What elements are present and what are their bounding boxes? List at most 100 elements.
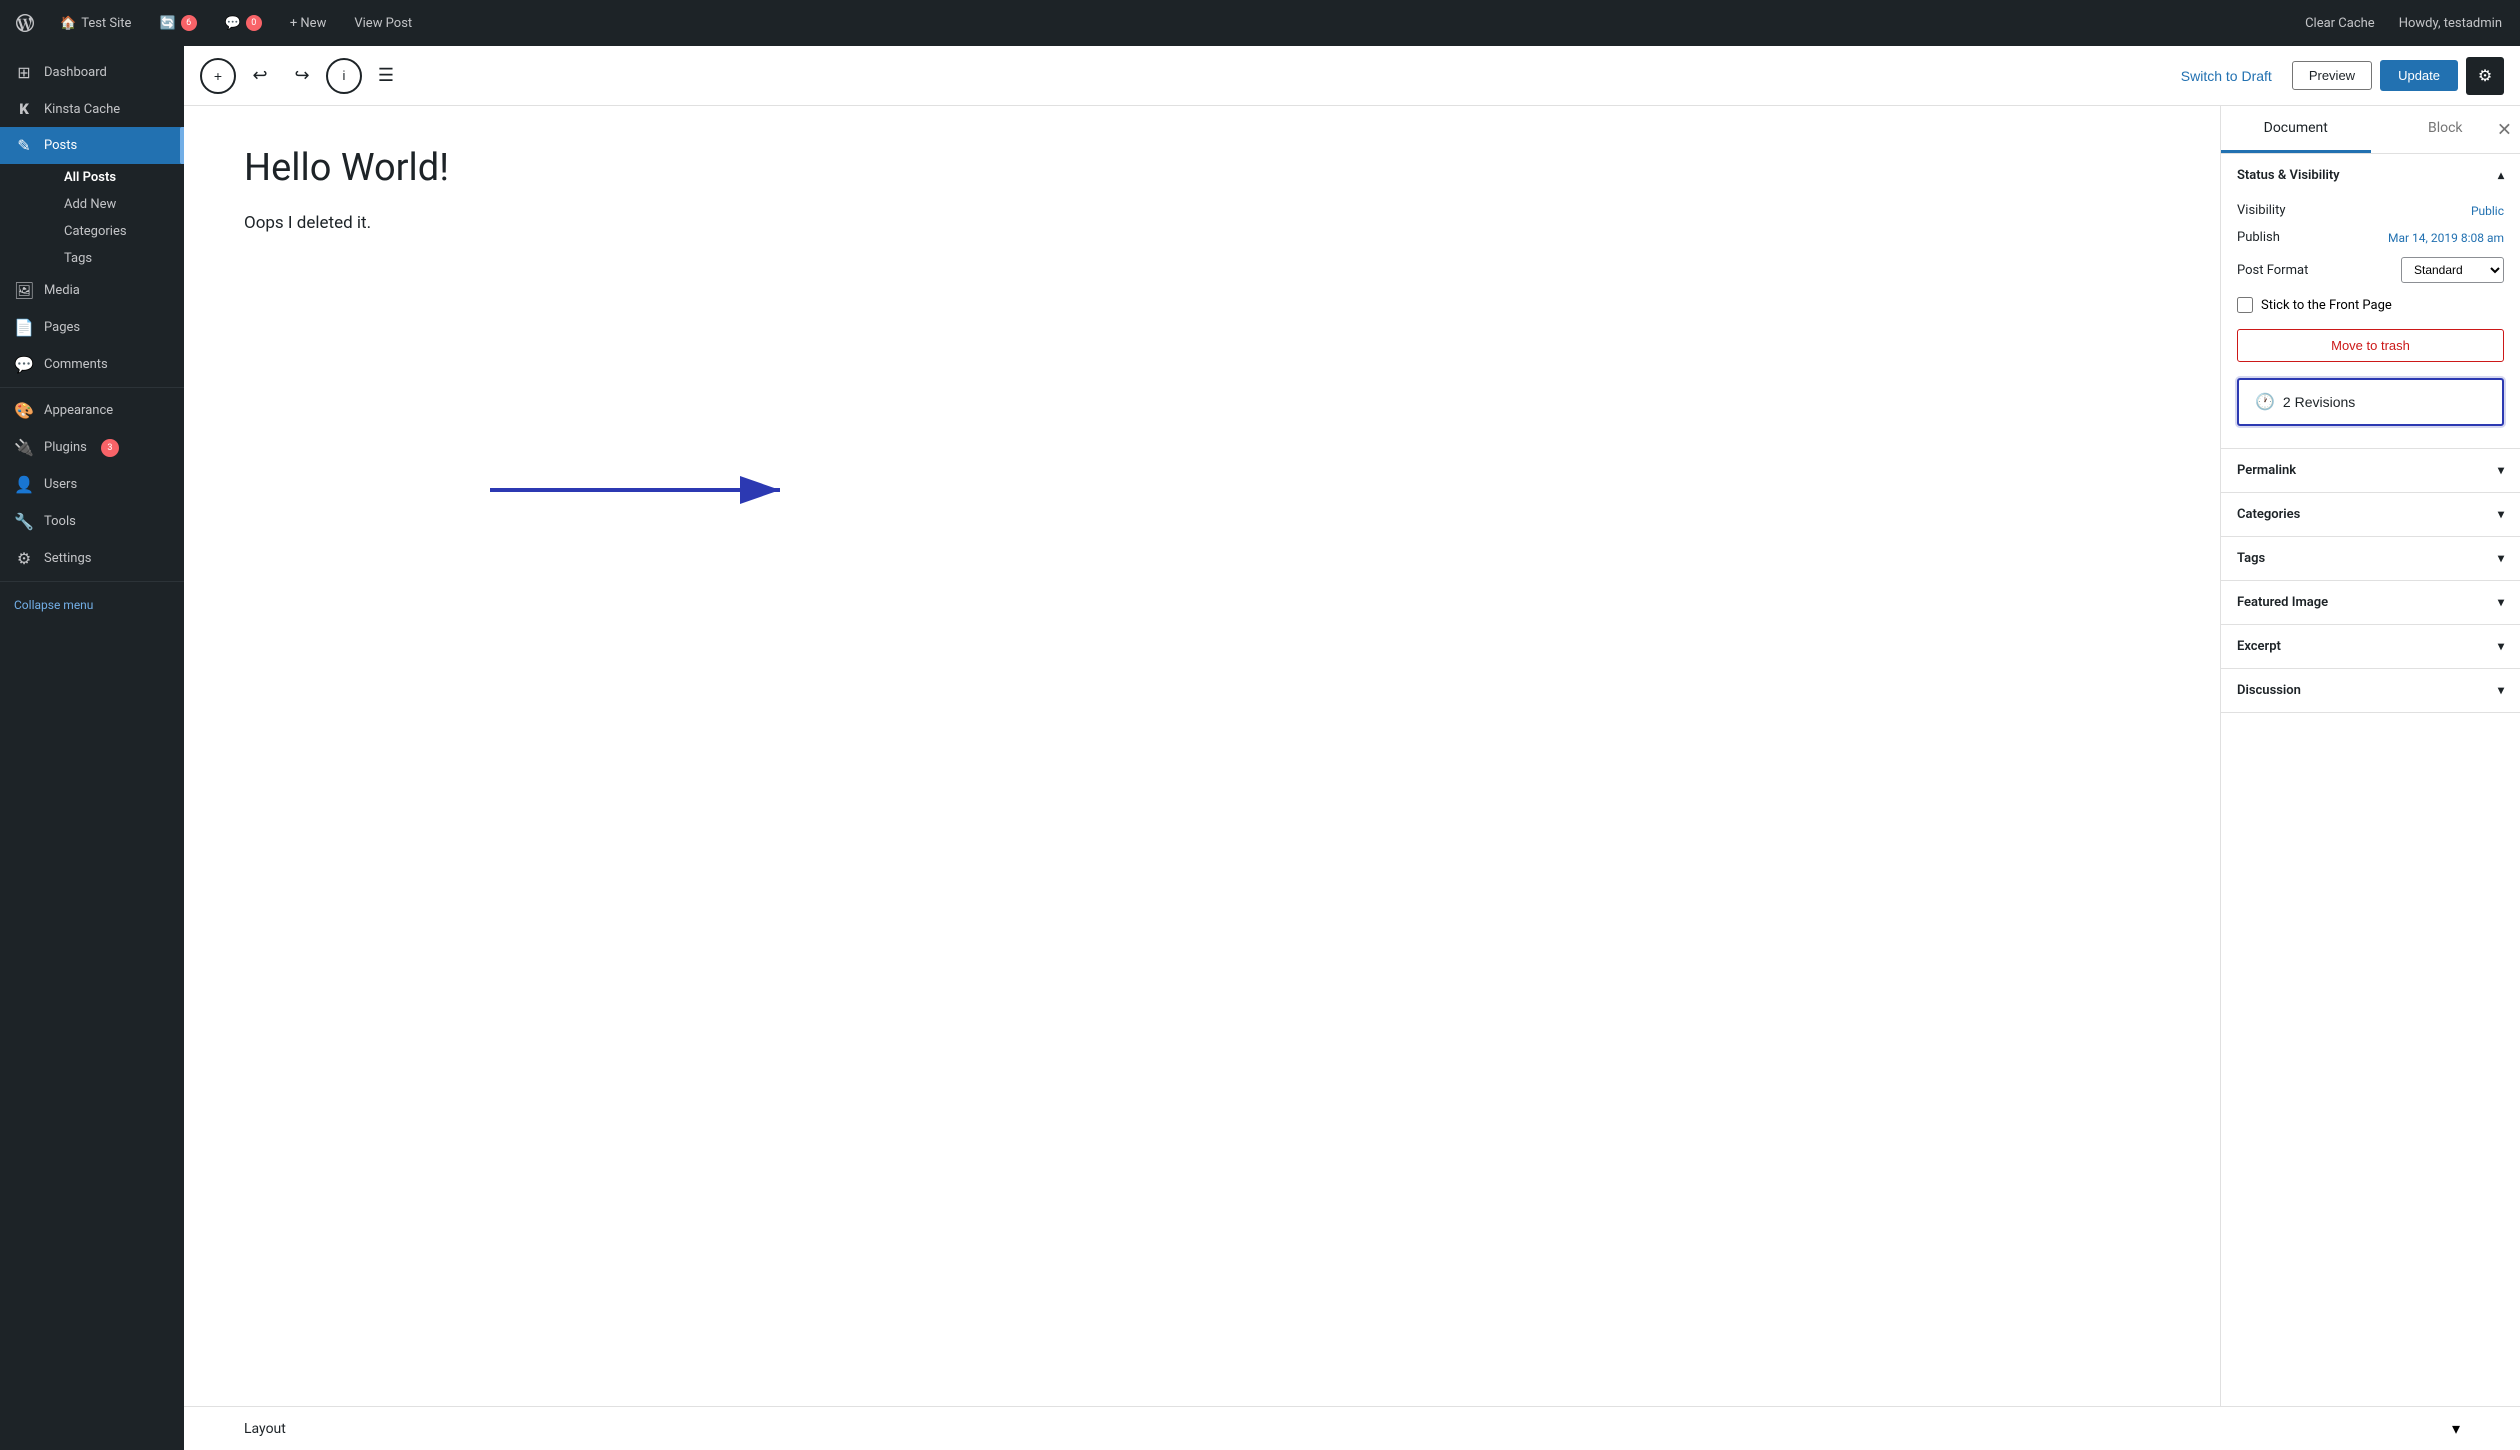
admin-bar-site[interactable]: 🏠 Test Site bbox=[54, 12, 137, 35]
tools-icon: 🔧 bbox=[14, 512, 34, 531]
collapse-menu[interactable]: Collapse menu bbox=[0, 586, 184, 624]
sidebar-item-dashboard[interactable]: ⊞ Dashboard bbox=[0, 54, 184, 91]
admin-bar-view-post[interactable]: View Post bbox=[348, 12, 418, 35]
wp-logo[interactable] bbox=[12, 10, 38, 36]
admin-bar-new[interactable]: + New bbox=[284, 12, 333, 35]
excerpt-chevron-icon bbox=[2498, 639, 2504, 654]
section-excerpt-header[interactable]: Excerpt bbox=[2221, 625, 2520, 668]
dashboard-icon: ⊞ bbox=[14, 63, 34, 82]
main-layout: ⊞ Dashboard K Kinsta Cache ✎ Posts All P… bbox=[0, 0, 2520, 1450]
editor-toolbar: + ↩ ↪ i ☰ Switch to Draft Preview Update… bbox=[184, 46, 2520, 106]
kinsta-icon: K bbox=[14, 100, 34, 118]
plugins-badge: 3 bbox=[101, 439, 119, 457]
clock-icon: 🕐 bbox=[2255, 392, 2275, 412]
sidebar-item-settings[interactable]: ⚙ Settings bbox=[0, 540, 184, 577]
site-name: Test Site bbox=[81, 16, 131, 31]
sidebar-item-media[interactable]: 🖼 Media bbox=[0, 272, 184, 309]
sidebar-subitem-all-posts[interactable]: All Posts bbox=[32, 164, 184, 191]
sidebar-subitem-categories[interactable]: Categories bbox=[32, 218, 184, 245]
section-status-visibility-header[interactable]: Status & Visibility bbox=[2221, 154, 2520, 197]
section-tags: Tags bbox=[2221, 537, 2520, 581]
section-status-visibility: Status & Visibility Visibility Public Pu… bbox=[2221, 154, 2520, 449]
sidebar-item-plugins[interactable]: 🔌 Plugins 3 bbox=[0, 429, 184, 466]
redo-button[interactable]: ↪ bbox=[284, 58, 320, 94]
media-icon: 🖼 bbox=[14, 281, 34, 300]
section-permalink-header[interactable]: Permalink bbox=[2221, 449, 2520, 492]
sidebar-item-comments[interactable]: 💬 Comments bbox=[0, 346, 184, 383]
plugins-icon: 🔌 bbox=[14, 438, 34, 457]
featured-image-chevron-icon bbox=[2498, 595, 2504, 610]
settings-toggle-button[interactable]: ⚙ bbox=[2466, 57, 2504, 95]
content-area: Hello World! Oops I deleted it. Document… bbox=[184, 106, 2520, 1406]
sidebar-item-appearance[interactable]: 🎨 Appearance bbox=[0, 392, 184, 429]
posts-icon: ✎ bbox=[14, 136, 34, 155]
post-footer: Layout ▾ bbox=[184, 1406, 2520, 1450]
users-icon: 👤 bbox=[14, 475, 34, 494]
update-button[interactable]: Update bbox=[2380, 60, 2458, 91]
visibility-row: Visibility Public bbox=[2237, 197, 2504, 224]
stick-front-checkbox[interactable] bbox=[2237, 297, 2253, 313]
undo-button[interactable]: ↩ bbox=[242, 58, 278, 94]
visibility-value[interactable]: Public bbox=[2471, 204, 2504, 218]
sidebar-divider-2 bbox=[0, 581, 184, 582]
switch-to-draft-button[interactable]: Switch to Draft bbox=[2169, 62, 2284, 90]
sidebar-item-posts[interactable]: ✎ Posts bbox=[0, 127, 184, 164]
toolbar-left: + ↩ ↪ i ☰ bbox=[200, 58, 2161, 94]
post-format-select[interactable]: Standard Aside Gallery Link Image bbox=[2401, 257, 2504, 283]
sidebar-item-users[interactable]: 👤 Users bbox=[0, 466, 184, 503]
section-discussion-header[interactable]: Discussion bbox=[2221, 669, 2520, 712]
post-editor[interactable]: Hello World! Oops I deleted it. bbox=[184, 106, 2220, 1406]
categories-chevron-icon bbox=[2498, 507, 2504, 522]
preview-button[interactable]: Preview bbox=[2292, 61, 2372, 90]
clear-cache-button[interactable]: Clear Cache bbox=[2299, 12, 2381, 35]
toolbar-right: Switch to Draft Preview Update ⚙ bbox=[2169, 57, 2504, 95]
pages-icon: 📄 bbox=[14, 318, 34, 337]
add-block-button[interactable]: + bbox=[200, 58, 236, 94]
post-content[interactable]: Oops I deleted it. bbox=[244, 210, 2160, 237]
publish-row: Publish Mar 14, 2019 8:08 am bbox=[2237, 224, 2504, 251]
chevron-up-icon bbox=[2498, 168, 2504, 183]
admin-bar-updates[interactable]: 🔄 6 bbox=[153, 11, 202, 35]
comments-icon: 💬 bbox=[14, 355, 34, 374]
stick-front-row: Stick to the Front Page bbox=[2237, 289, 2504, 321]
section-discussion: Discussion bbox=[2221, 669, 2520, 713]
tab-document[interactable]: Document bbox=[2221, 106, 2371, 153]
admin-bar-right: Clear Cache Howdy, testadmin bbox=[2299, 12, 2508, 35]
sidebar-item-kinsta-cache[interactable]: K Kinsta Cache bbox=[0, 91, 184, 127]
gear-icon: ⚙ bbox=[2478, 66, 2492, 86]
sidebar-divider bbox=[0, 387, 184, 388]
admin-user[interactable]: Howdy, testadmin bbox=[2393, 12, 2508, 35]
section-categories: Categories bbox=[2221, 493, 2520, 537]
admin-bar-comments[interactable]: 💬 0 bbox=[219, 11, 268, 35]
sidebar-item-tools[interactable]: 🔧 Tools bbox=[0, 503, 184, 540]
posts-submenu: All Posts Add New Categories Tags bbox=[0, 164, 184, 272]
sidebar-subitem-add-new[interactable]: Add New bbox=[32, 191, 184, 218]
comments-badge: 0 bbox=[246, 15, 262, 31]
section-featured-image-header[interactable]: Featured Image bbox=[2221, 581, 2520, 624]
appearance-icon: 🎨 bbox=[14, 401, 34, 420]
panel-close-button[interactable]: ✕ bbox=[2497, 119, 2512, 140]
section-categories-header[interactable]: Categories bbox=[2221, 493, 2520, 536]
settings-icon: ⚙ bbox=[14, 549, 34, 568]
info-button[interactable]: i bbox=[326, 58, 362, 94]
panel-tabs: Document Block ✕ bbox=[2221, 106, 2520, 154]
section-excerpt: Excerpt bbox=[2221, 625, 2520, 669]
revisions-button[interactable]: 🕐 2 Revisions bbox=[2237, 378, 2504, 426]
section-featured-image: Featured Image bbox=[2221, 581, 2520, 625]
section-permalink: Permalink bbox=[2221, 449, 2520, 493]
list-view-button[interactable]: ☰ bbox=[368, 58, 404, 94]
admin-bar: 🏠 Test Site 🔄 6 💬 0 + New View Post Clea… bbox=[0, 0, 2520, 46]
tags-chevron-icon bbox=[2498, 551, 2504, 566]
publish-value[interactable]: Mar 14, 2019 8:08 am bbox=[2388, 231, 2504, 245]
post-title[interactable]: Hello World! bbox=[244, 146, 2160, 190]
layout-chevron-icon: ▾ bbox=[2452, 1419, 2460, 1438]
sidebar: ⊞ Dashboard K Kinsta Cache ✎ Posts All P… bbox=[0, 46, 184, 1450]
move-to-trash-button[interactable]: Move to trash bbox=[2237, 329, 2504, 362]
editor-wrapper: + ↩ ↪ i ☰ Switch to Draft Preview Update… bbox=[184, 46, 2520, 1450]
sidebar-item-pages[interactable]: 📄 Pages bbox=[0, 309, 184, 346]
section-tags-header[interactable]: Tags bbox=[2221, 537, 2520, 580]
settings-panel: Document Block ✕ Status & Visibility Vis… bbox=[2220, 106, 2520, 1406]
sidebar-subitem-tags[interactable]: Tags bbox=[32, 245, 184, 272]
section-status-visibility-content: Visibility Public Publish Mar 14, 2019 8… bbox=[2221, 197, 2520, 448]
permalink-chevron-icon bbox=[2498, 463, 2504, 478]
